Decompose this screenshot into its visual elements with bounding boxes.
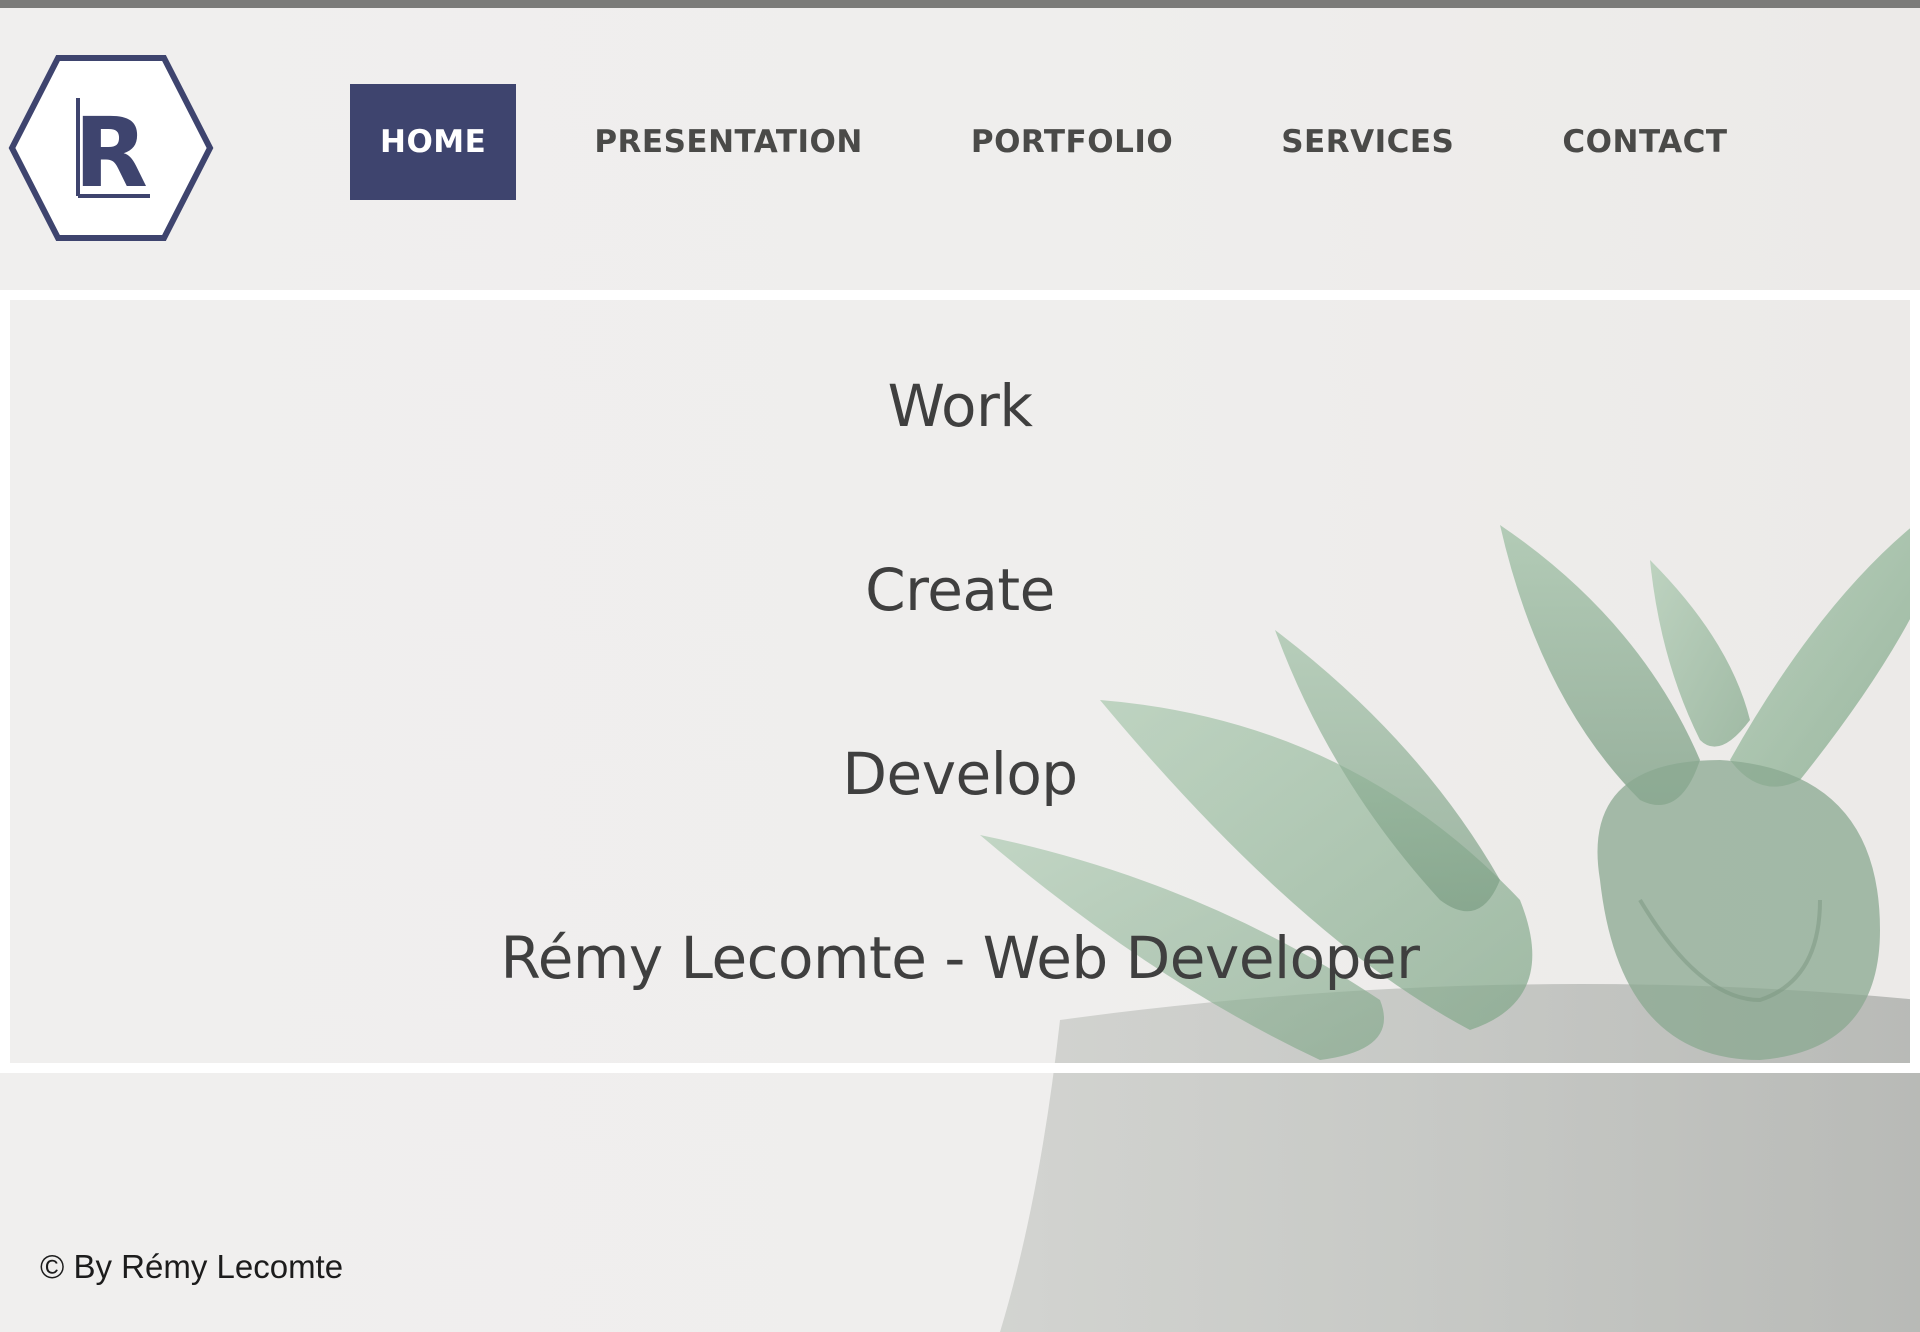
nav-presentation[interactable]: PRESENTATION [594, 84, 863, 200]
logo-letter: R [74, 97, 148, 209]
hero-line-work: Work [887, 372, 1033, 440]
page: R HOME PRESENTATION PORTFOLIO SERVICES C… [0, 0, 1920, 1332]
hero-section: Work Create Develop Rémy Lecomte - Web D… [10, 300, 1910, 1063]
nav-home[interactable]: HOME [350, 84, 517, 200]
copyright-text: © By Rémy Lecomte [40, 1248, 344, 1285]
hero-line-tagline: Rémy Lecomte - Web Developer [500, 924, 1420, 992]
site-header: R HOME PRESENTATION PORTFOLIO SERVICES C… [0, 8, 1920, 290]
nav-portfolio[interactable]: PORTFOLIO [971, 84, 1173, 200]
hero-line-develop: Develop [842, 740, 1078, 808]
hero-line-create: Create [865, 556, 1055, 624]
nav-services[interactable]: SERVICES [1281, 84, 1454, 200]
nav-contact[interactable]: CONTACT [1562, 84, 1727, 200]
main-nav: HOME PRESENTATION PORTFOLIO SERVICES CON… [350, 84, 1728, 200]
hexagon-logo-icon[interactable]: R [8, 54, 214, 242]
